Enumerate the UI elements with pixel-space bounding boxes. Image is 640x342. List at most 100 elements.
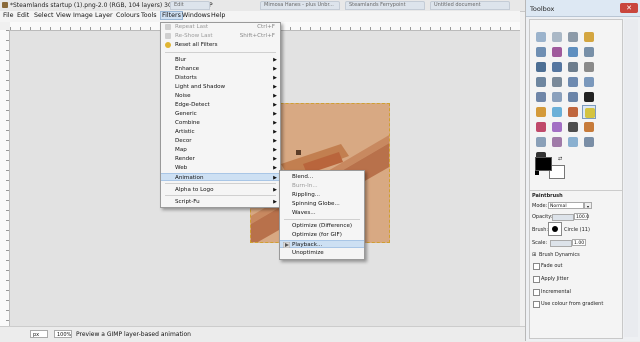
tool-button[interactable] [582,120,596,134]
mode-reset-icon[interactable]: ▾ [584,202,592,209]
tool-button[interactable] [566,30,580,44]
tool-button[interactable] [534,60,548,74]
toolbox-title: Toolbox [530,5,555,13]
tool-button[interactable] [550,30,564,44]
tool-button[interactable] [534,30,548,44]
mode-select[interactable]: Normal [548,202,584,209]
tool-button[interactable] [534,90,548,104]
close-button[interactable]: ✕ [620,3,638,13]
menu-item-animation[interactable]: Animation ▶ [161,173,280,181]
perspective-clone-icon [552,137,562,147]
fade-out-checkbox[interactable] [533,263,540,270]
menu-item-waves[interactable]: Waves... [280,209,364,217]
tool-button[interactable] [566,75,580,89]
tool-button[interactable] [582,60,596,74]
menu-item-edge-detect[interactable]: Edge-Detect ▶ [161,101,280,109]
filters-menu: Repeat Last Ctrl+F Re-Show Last Shift+Ct… [160,22,281,208]
background-tab[interactable]: Untitled document [430,1,510,10]
menu-item-enhance[interactable]: Enhance ▶ [161,65,280,73]
tool-button[interactable] [534,135,548,149]
tool-button[interactable] [582,45,596,59]
tool-button[interactable] [566,45,580,59]
menu-file[interactable]: File [3,12,14,19]
menu-colours[interactable]: Colours [116,12,140,19]
submenu-arrow-icon: ▶ [273,120,277,126]
tool-button[interactable] [550,120,564,134]
tool-button[interactable] [582,30,596,44]
submenu-arrow-icon: ▶ [273,75,277,81]
menu-item-rippling[interactable]: Rippling... [280,191,364,199]
tool-button[interactable] [582,135,596,149]
menu-item-web[interactable]: Web ▶ [161,164,280,172]
menu-item-render[interactable]: Render ▶ [161,155,280,163]
tool-button[interactable] [566,135,580,149]
tool-button[interactable] [550,135,564,149]
unit-select[interactable]: px [30,330,48,338]
menu-separator [165,195,276,196]
tool-button[interactable] [550,45,564,59]
menu-item-optimize-gif[interactable]: Optimize (for GIF) [280,231,364,239]
tool-button[interactable] [550,75,564,89]
tool-button[interactable] [566,90,580,104]
menu-help[interactable]: Help [211,12,225,19]
tool-button[interactable] [550,60,564,74]
menu-item-generic[interactable]: Generic ▶ [161,110,280,118]
submenu-arrow-icon: ▶ [273,111,277,117]
tool-button[interactable] [534,75,548,89]
tool-button[interactable] [566,60,580,74]
menu-item-alpha-to-logo[interactable]: Alpha to Logo ▶ [161,186,280,194]
paintbrush-icon [585,108,595,118]
menu-item-script-fu[interactable]: Script-Fu ▶ [161,198,280,206]
menu-filters[interactable]: Filters [160,11,183,20]
menu-item-spinning-globe[interactable]: Spinning Globe... [280,200,364,208]
tool-button[interactable] [534,105,548,119]
brush-preview[interactable] [548,222,562,236]
menu-item-map[interactable]: Map ▶ [161,146,280,154]
menu-item-light-and-shadow[interactable]: Light and Shadow ▶ [161,83,280,91]
menu-item-combine[interactable]: Combine ▶ [161,119,280,127]
submenu-arrow-icon: ▶ [273,93,277,99]
menu-item-reset-all-filters[interactable]: Reset all Filters [161,41,280,49]
incremental-checkbox[interactable] [533,289,540,296]
tool-button[interactable] [582,105,596,119]
menu-item-optimize-difference[interactable]: Optimize (Difference) [280,222,364,230]
tool-button[interactable] [550,105,564,119]
bucket-fill-icon [536,107,546,117]
menu-item-decor[interactable]: Decor ▶ [161,137,280,145]
tool-button[interactable] [534,120,548,134]
opacity-slider[interactable] [552,214,574,221]
menu-select[interactable]: Select [34,12,53,19]
tool-button[interactable] [566,120,580,134]
zoom-select[interactable]: 100% [54,330,72,338]
tool-button[interactable] [534,45,548,59]
brush-dynamics-expander-icon[interactable]: ⊞ [532,252,536,258]
scale-field[interactable]: 1.00 [572,239,586,246]
menu-tools[interactable]: Tools [141,12,157,19]
menu-layer[interactable]: Layer [95,12,113,19]
menu-item-playback[interactable]: Playback... [280,240,364,249]
apply-jitter-checkbox[interactable] [533,276,540,283]
menu-image[interactable]: Image [73,12,93,19]
swap-colors-icon[interactable]: ⇄ [558,156,562,162]
menu-item-blur[interactable]: Blur ▶ [161,56,280,64]
background-tab[interactable]: Steamlands Ferrypoint [345,1,425,10]
menu-item-blend[interactable]: Blend... [280,173,364,181]
background-tab[interactable]: Mimosa Hanes - plus Unbr... [260,1,340,10]
menu-edit[interactable]: Edit [17,12,29,19]
menu-item-unoptimize[interactable]: Unoptimize [280,249,364,257]
tool-button[interactable] [582,75,596,89]
menu-item-noise[interactable]: Noise ▶ [161,92,280,100]
scale-slider[interactable] [550,240,572,247]
menu-view[interactable]: View [56,12,71,19]
reset-colors-icon[interactable] [535,171,539,175]
menu-item-artistic[interactable]: Artistic ▶ [161,128,280,136]
use-colour-gradient-checkbox[interactable] [533,301,540,308]
menu-windows[interactable]: Windows [182,12,210,19]
tool-button[interactable] [582,90,596,104]
background-tab[interactable]: Edit [170,1,210,10]
menu-item-distorts[interactable]: Distorts ▶ [161,74,280,82]
opacity-field[interactable]: 100.0 [574,213,589,220]
tool-button[interactable] [550,90,564,104]
tool-button[interactable] [566,105,580,119]
foreground-color-swatch[interactable] [535,157,552,171]
